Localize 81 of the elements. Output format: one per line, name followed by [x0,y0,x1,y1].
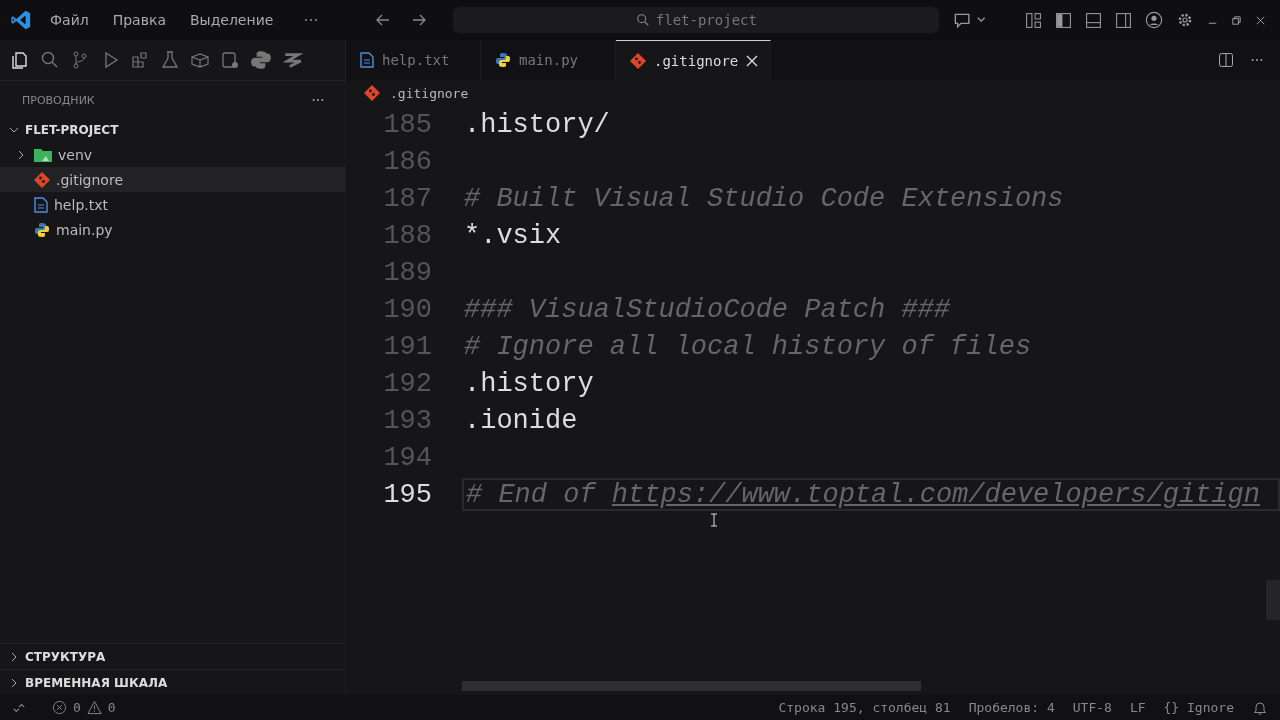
warning-icon[interactable] [86,700,102,715]
line-number: 192 [382,368,432,399]
vscode-logo-icon [10,9,32,31]
file-icon [360,52,374,68]
line-number: 186 [382,146,432,177]
code-comment: # Ignore all local history of files [464,331,1032,362]
bell-icon[interactable] [1252,699,1268,716]
warning-count[interactable]: 0 [107,700,116,715]
file-name: help.txt [54,196,108,213]
status-item[interactable]: Пробелов: 4 [968,700,1055,715]
remote-explorer-icon[interactable] [220,50,240,70]
file-name: venv [58,146,93,163]
line-number: 195 [382,479,432,510]
git-icon [630,52,646,69]
code-comment: # Built Visual Studio Code Extensions [464,183,1064,214]
chevron-icon [9,651,19,662]
error-icon[interactable] [52,700,67,715]
menu-item[interactable]: Выделение [189,12,274,28]
flask-icon[interactable] [160,50,180,70]
sidebar-toggle-icon[interactable] [1055,11,1072,29]
chevron-icon [9,677,19,688]
line-number: 189 [382,257,432,288]
tree-item[interactable]: .gitignore [0,167,345,192]
secondary-sidebar-icon[interactable] [1115,11,1132,29]
file-name: main.py [56,221,113,238]
text-cursor-icon [710,513,718,527]
line-number: 190 [382,294,432,325]
panel-toggle-icon[interactable] [1085,11,1102,29]
status-item[interactable]: UTF-8 [1072,700,1112,715]
python-icon [495,52,511,68]
line-number: 191 [382,331,432,362]
line-number: 193 [382,405,432,436]
code-text: *.vsix [464,220,562,251]
menu-item[interactable]: Файл [50,12,89,28]
tree-item[interactable]: main.py [0,217,345,242]
settings-icon[interactable] [1176,11,1194,29]
status-item[interactable]: Строка 195, столбец 81 [778,700,951,715]
status-item[interactable]: {} Ignore [1163,700,1234,715]
chat-icon[interactable] [953,11,988,29]
account-icon[interactable] [1145,11,1163,29]
tree-item[interactable]: venv [0,142,345,167]
file-name: .gitignore [56,171,123,188]
breadcrumb-item[interactable]: .gitignore [390,85,469,101]
project-name[interactable]: FLET-PROJECT [25,122,119,137]
forward-icon[interactable] [411,12,428,28]
git-icon [34,171,50,188]
folder-icon [34,147,52,162]
close-icon[interactable] [1255,14,1266,26]
code-comment: ### VisualStudioCode Patch ### [464,294,951,325]
python-icon[interactable] [250,49,272,71]
code-text: .history/ [464,109,610,140]
line-number: 194 [382,442,432,473]
git-icon [364,85,380,101]
command-center[interactable]: flet-project [453,7,940,33]
code-text: .ionide [464,405,578,436]
file-icon [34,196,48,213]
python-icon [34,221,50,238]
editor-tab[interactable]: .gitignore [616,40,772,80]
line-number: 187 [382,183,432,214]
source-control-icon[interactable] [70,50,90,70]
line-number: 188 [382,220,432,251]
code-text: .history [464,368,594,399]
editor-tab[interactable]: help.txt [346,40,481,80]
explorer-title: ПРОВОДНИК [22,93,95,107]
split-editor-icon[interactable] [1218,52,1234,68]
section-header[interactable]: СТРУКТУРА [0,643,345,669]
line-number: 185 [382,109,432,140]
menu-item[interactable]: Правка [112,12,166,28]
status-item[interactable]: LF [1129,700,1146,715]
restore-icon[interactable] [1231,14,1242,26]
layout-icon[interactable] [1025,11,1042,29]
tree-item[interactable]: help.txt [0,192,345,217]
code-comment: # End of https://www.toptal.com/developers/gitign [466,479,1260,510]
error-count[interactable]: 0 [73,700,81,715]
search-icon[interactable] [40,50,60,70]
files-icon[interactable] [10,50,30,70]
extensions-icon[interactable] [130,50,150,70]
scrollbar-thumb[interactable] [462,681,921,691]
box-icon[interactable] [190,50,210,70]
search-icon [635,13,650,27]
back-icon[interactable] [375,12,392,28]
